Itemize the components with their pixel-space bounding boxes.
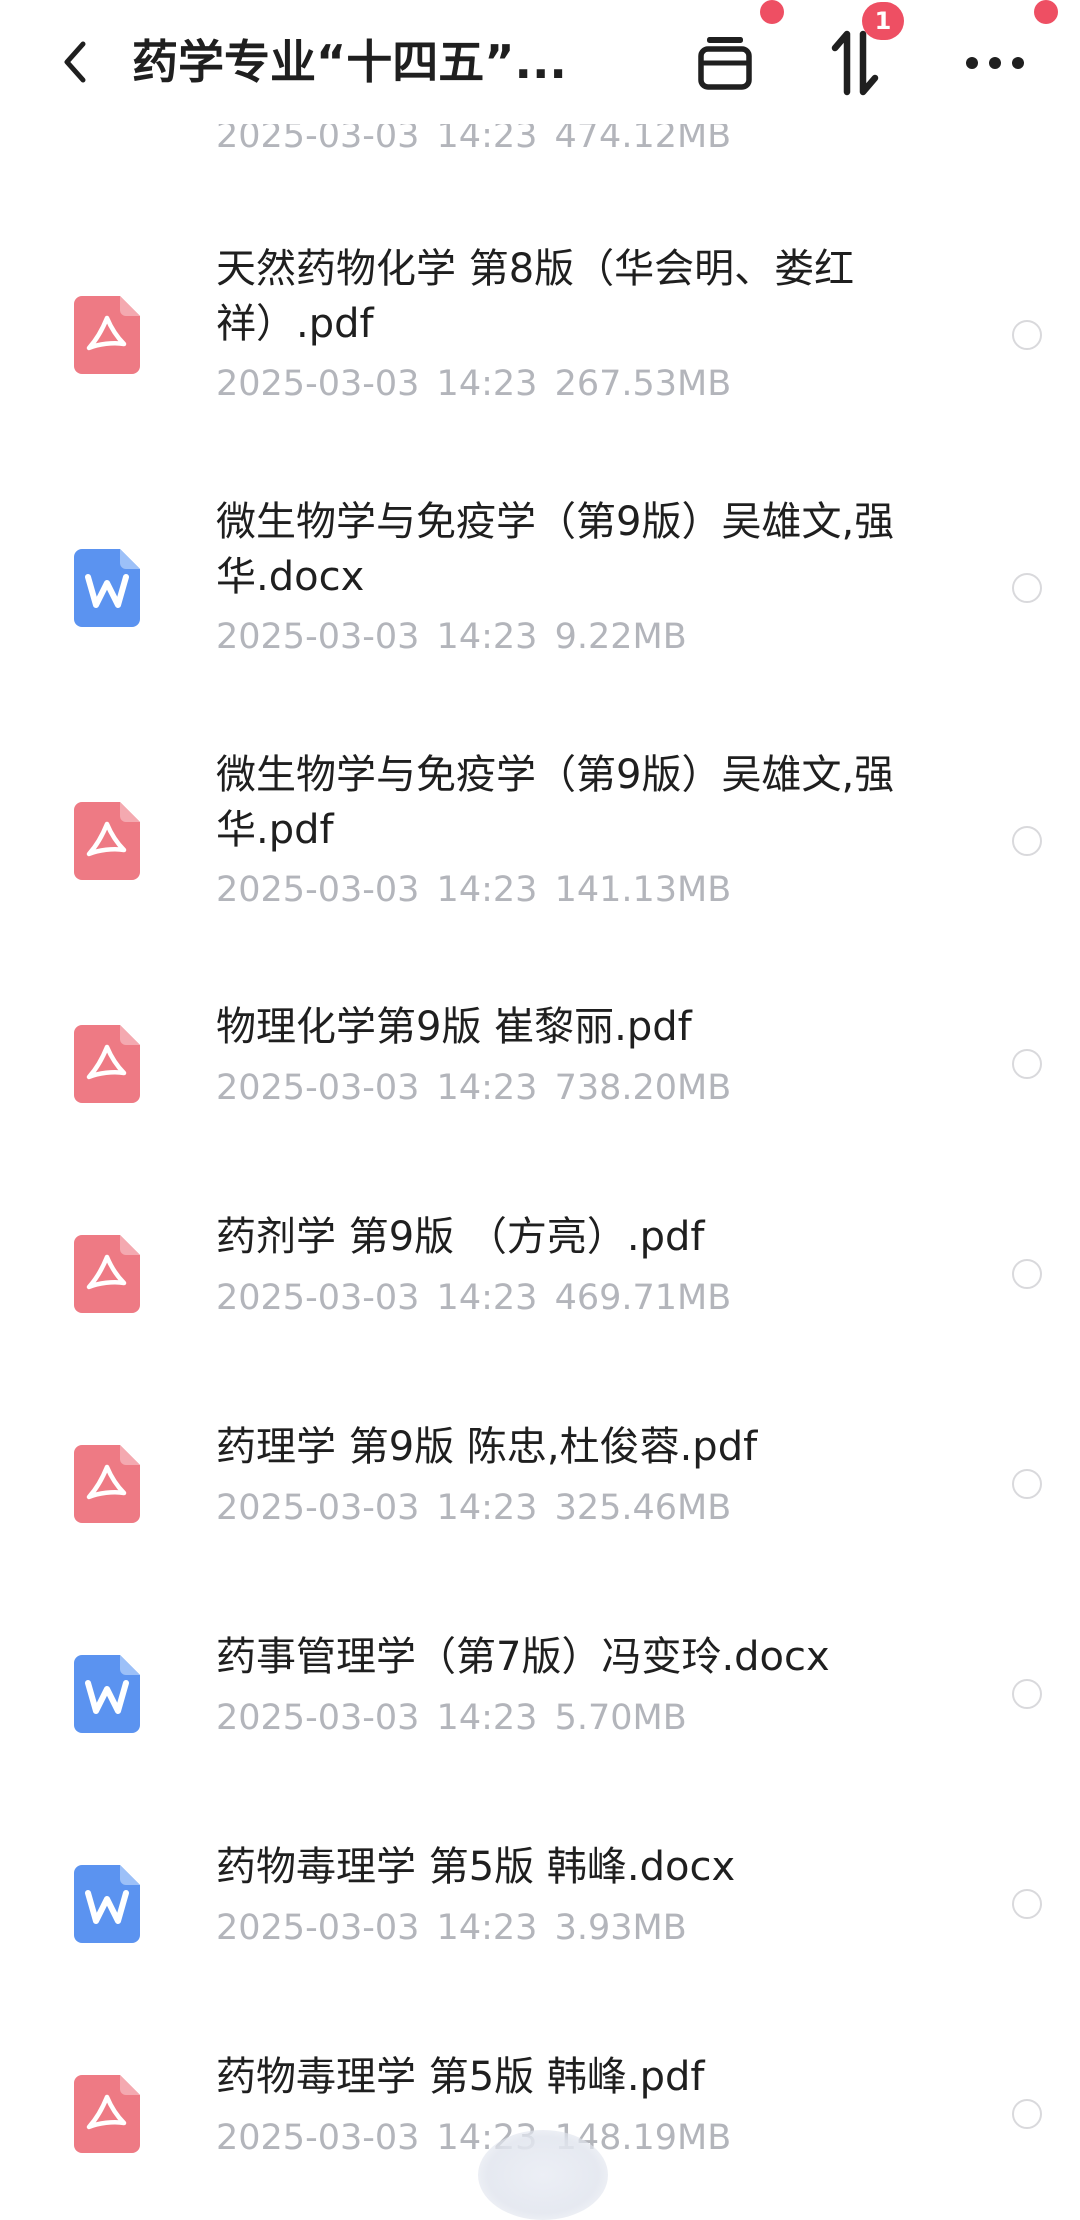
pdf-file-icon [74,296,140,374]
pdf-file-icon [74,802,140,880]
file-size: 3.93MB [554,1908,687,1948]
file-row[interactable]: 药物毒理学 第5版 韩峰.docx 2025-03-03 14:23 3.93MB [0,1800,1080,2000]
top-app-bar: 药学专业“十四五”... 1 [0,0,1080,124]
sort-badge: 1 [862,2,904,40]
select-radio[interactable] [1012,1259,1042,1289]
file-time: 14:23 [436,1698,538,1738]
file-row[interactable]: 微生物学与免疫学（第9版）吴雄文,强华.pdf 2025-03-03 14:23 … [0,708,1080,910]
floating-handle[interactable] [478,2130,608,2220]
file-time: 14:23 [436,1068,538,1108]
word-file-icon [74,549,140,627]
pdf-file-icon [74,1025,140,1103]
file-name: 微生物学与免疫学（第9版）吴雄文,强华.pdf [216,752,895,853]
file-date: 2025-03-03 [216,2118,420,2158]
file-row[interactable]: 天然药物化学 第8版（华会明、娄红祥）.pdf 2025-03-03 14:23 … [0,202,1080,404]
file-meta: 2025-03-03 14:23 738.20MB [216,1066,731,1110]
select-radio[interactable] [1012,1049,1042,1079]
select-radio[interactable] [1012,1469,1042,1499]
file-name: 微生物学与免疫学（第9版）吴雄文,强华.docx [216,499,895,600]
file-meta: 2025-03-03 14:23 325.46MB [216,1486,731,1530]
file-date: 2025-03-03 [216,1278,420,1318]
file-date: 2025-03-03 [216,1698,420,1738]
file-name: 天然药物化学 第8版（华会明、娄红祥）.pdf [216,246,855,347]
file-size: 469.71MB [554,1278,732,1318]
pdf-file-icon [74,2075,140,2153]
pdf-file-icon [74,1445,140,1523]
file-meta: 2025-03-03 14:23 9.22MB [216,615,687,659]
back-arrow-icon [64,41,86,83]
file-name: 物理化学第9版 崔黎丽.pdf [216,1004,692,1050]
file-time: 14:23 [436,617,538,657]
file-size: 738.20MB [554,1068,732,1108]
file-name: 药事管理学（第7版）冯变玲.docx [216,1634,830,1680]
more-notification-dot [1034,0,1058,24]
more-icon [966,57,1024,69]
file-date: 2025-03-03 [216,870,420,910]
file-time: 14:23 [436,1278,538,1318]
file-meta: 2025-03-03 14:23 141.13MB [216,868,731,912]
select-radio[interactable] [1012,573,1042,603]
file-meta: 2025-03-03 14:23 148.19MB [216,2116,731,2160]
file-meta: 2025-03-03 14:23 469.71MB [216,1276,731,1320]
file-meta: 2025-03-03 14:23 3.93MB [216,1906,687,1950]
select-radio[interactable] [1012,1889,1042,1919]
file-date: 2025-03-03 [216,1908,420,1948]
file-row[interactable]: 药事管理学（第7版）冯变玲.docx 2025-03-03 14:23 5.70M… [0,1590,1080,1790]
file-date: 2025-03-03 [216,364,420,404]
file-size: 267.53MB [554,364,732,404]
file-size: 141.13MB [554,870,732,910]
file-row[interactable]: 药剂学 第9版 （方亮）.pdf 2025-03-03 14:23 469.71M… [0,1170,1080,1370]
file-meta: 2025-03-03 14:23 267.53MB [216,362,731,406]
file-row[interactable]: 微生物学与免疫学（第9版）吴雄文,强华.docx 2025-03-03 14:23… [0,455,1080,657]
word-file-icon [74,1865,140,1943]
file-row[interactable]: 物理化学第9版 崔黎丽.pdf 2025-03-03 14:23 738.20MB [0,960,1080,1160]
archive-button[interactable] [690,28,760,98]
file-date: 2025-03-03 [216,617,420,657]
file-row[interactable]: 药理学 第9版 陈忠,杜俊蓉.pdf 2025-03-03 14:23 325.4… [0,1380,1080,1580]
file-name: 药理学 第9版 陈忠,杜俊蓉.pdf [216,1424,758,1470]
more-button[interactable] [960,28,1030,98]
file-date: 2025-03-03 [216,1068,420,1108]
back-button[interactable] [46,30,102,94]
select-radio[interactable] [1012,826,1042,856]
file-size: 9.22MB [554,617,687,657]
file-name: 药物毒理学 第5版 韩峰.pdf [216,2054,705,2100]
word-file-icon [74,1655,140,1733]
file-time: 14:23 [436,1908,538,1948]
file-size: 325.46MB [554,1488,732,1528]
file-size: 5.70MB [554,1698,687,1738]
archive-icon [698,37,752,90]
select-radio[interactable] [1012,1679,1042,1709]
file-time: 14:23 [436,870,538,910]
file-name: 药物毒理学 第5版 韩峰.docx [216,1844,736,1890]
select-radio[interactable] [1012,2099,1042,2129]
file-date: 2025-03-03 [216,1488,420,1528]
select-radio[interactable] [1012,320,1042,350]
file-time: 14:23 [436,1488,538,1528]
archive-notification-dot [760,0,784,24]
pdf-file-icon [74,1235,140,1313]
file-meta: 2025-03-03 14:23 5.70MB [216,1696,687,1740]
file-name: 药剂学 第9版 （方亮）.pdf [216,1214,705,1260]
file-time: 14:23 [436,364,538,404]
page-title: 药学专业“十四五”... [132,35,567,89]
